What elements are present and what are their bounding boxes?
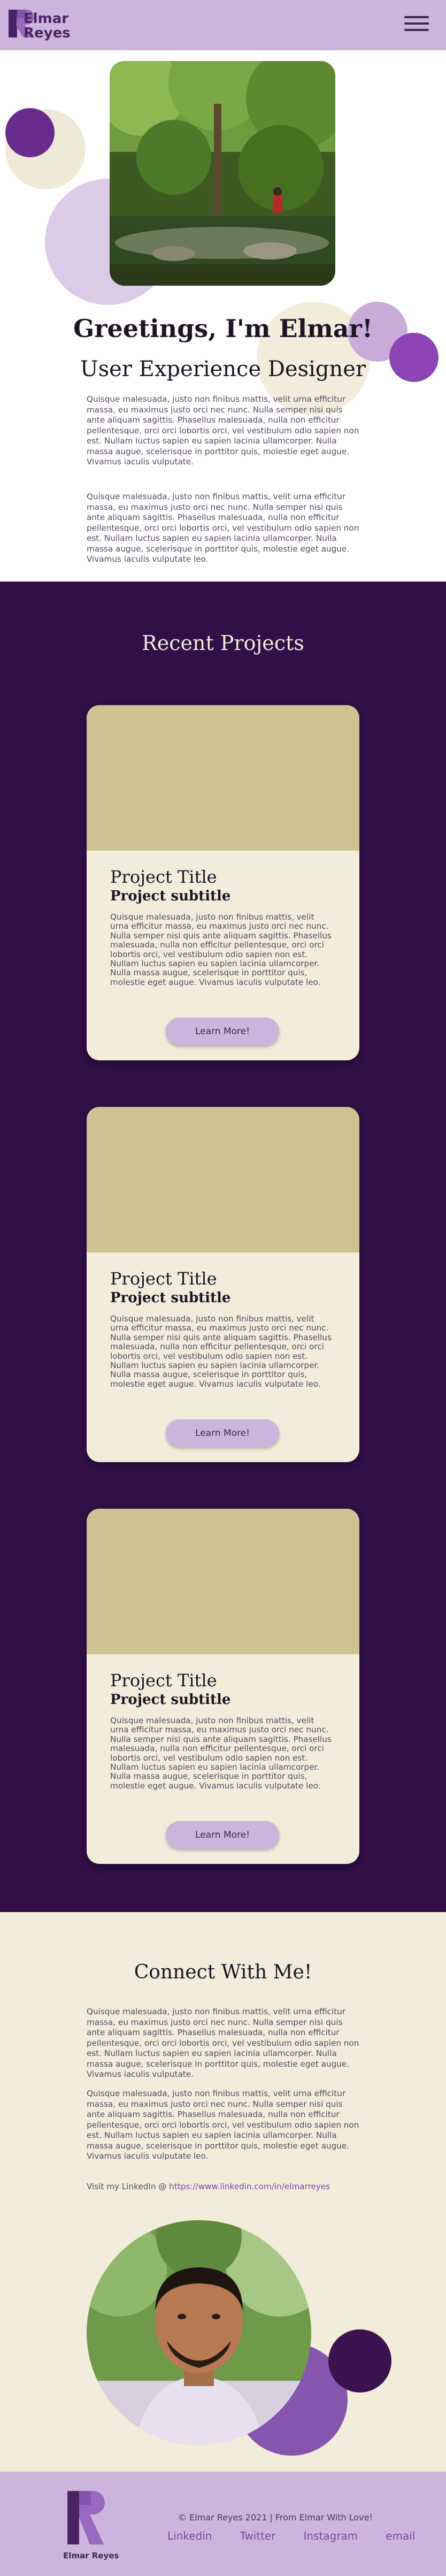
footer-link-twitter[interactable]: Twitter <box>240 2529 275 2542</box>
logo-icon[interactable] <box>64 2488 112 2547</box>
project-thumbnail[interactable] <box>87 1107 359 1252</box>
page-subtitle: User Experience Designer <box>80 357 366 381</box>
connect-paragraph: Quisque malesuada, justo non finibus mat… <box>87 2089 359 2161</box>
learn-more-button[interactable]: Learn More! <box>166 1419 279 1447</box>
project-description: Quisque malesuada, justo non finibus mat… <box>110 1716 332 1791</box>
connect-heading: Connect With Me! <box>134 1961 312 1983</box>
brand-first-name: Elmar <box>24 11 69 27</box>
hero-photo <box>110 61 335 286</box>
project-card: Project Title Project subtitle Quisque m… <box>87 705 359 1060</box>
project-title: Project Title <box>110 1268 217 1289</box>
hamburger-menu-icon[interactable] <box>404 16 429 34</box>
project-subtitle: Project subtitle <box>110 1290 231 1306</box>
project-description: Quisque malesuada, justo non finibus mat… <box>110 912 332 987</box>
project-card: Project Title Project subtitle Quisque m… <box>87 1107 359 1462</box>
footer-brand: Elmar Reyes <box>63 2551 119 2560</box>
brand-name[interactable]: Elmar Reyes <box>24 12 71 41</box>
projects-section: Recent Projects Project Title Project su… <box>0 582 446 1912</box>
project-thumbnail[interactable] <box>87 1509 359 1654</box>
brand-last-name: Reyes <box>24 25 71 41</box>
project-title: Project Title <box>110 1670 217 1691</box>
decor-circle <box>328 2329 391 2392</box>
project-subtitle: Project subtitle <box>110 888 231 904</box>
footer-link-linkedin[interactable]: Linkedin <box>167 2529 212 2542</box>
footer-link-email[interactable]: email <box>386 2529 415 2542</box>
project-card: Project Title Project subtitle Quisque m… <box>87 1509 359 1864</box>
learn-more-button[interactable]: Learn More! <box>166 1018 279 1045</box>
footer-link-instagram[interactable]: Instagram <box>304 2529 358 2542</box>
footer-nav: Linkedin Twitter Instagram email <box>167 2529 415 2542</box>
projects-heading: Recent Projects <box>142 631 304 655</box>
linkedin-link[interactable]: https://www.linkedin.com/in/elmarreyes <box>169 2182 330 2191</box>
linkedin-line: Visit my LinkedIn @ https://www.linkedin… <box>87 2182 330 2191</box>
project-title: Project Title <box>110 867 217 887</box>
connect-section: Connect With Me! Quisque malesuada, just… <box>0 1912 446 2472</box>
copyright-text: © Elmar Reyes 2021 | From Elmar With Lov… <box>178 2512 373 2523</box>
profile-photo <box>87 2220 311 2445</box>
decor-circle <box>5 108 55 157</box>
site-footer: Elmar Reyes © Elmar Reyes 2021 | From El… <box>0 2472 446 2576</box>
intro-paragraph: Quisque malesuada, justo non finibus mat… <box>87 394 359 467</box>
learn-more-button[interactable]: Learn More! <box>166 1821 279 1849</box>
hero-section: Greetings, I'm Elmar! User Experience De… <box>0 50 446 582</box>
linkedin-prefix: Visit my LinkedIn @ <box>87 2182 170 2191</box>
project-thumbnail[interactable] <box>87 705 359 851</box>
page-title: Greetings, I'm Elmar! <box>73 314 373 343</box>
project-subtitle: Project subtitle <box>110 1692 231 1708</box>
connect-paragraph: Quisque malesuada, justo non finibus mat… <box>87 2007 359 2079</box>
project-description: Quisque malesuada, justo non finibus mat… <box>110 1314 332 1389</box>
intro-paragraph: Quisque malesuada, justo non finibus mat… <box>87 492 359 564</box>
site-header: Elmar Reyes <box>0 0 446 50</box>
